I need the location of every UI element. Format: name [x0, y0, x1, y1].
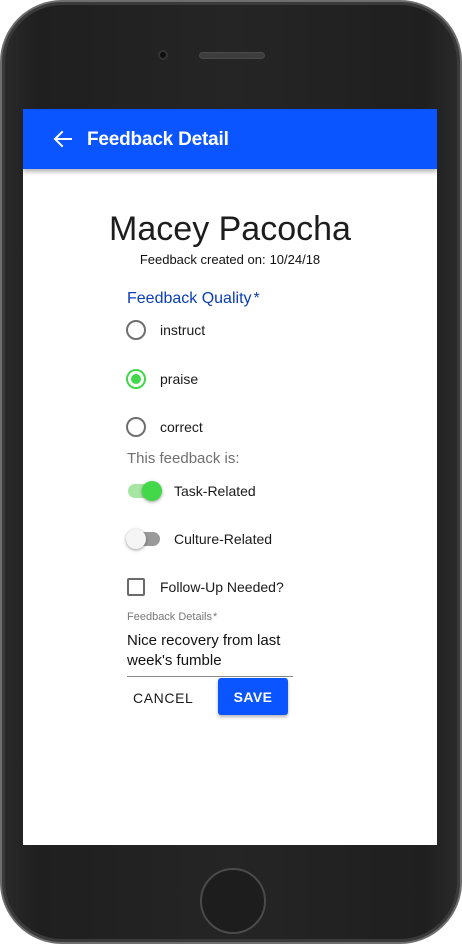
required-mark: * [253, 290, 260, 307]
follow-up-label: Follow-Up Needed? [160, 579, 284, 595]
created-date: 10/24/18 [269, 252, 321, 267]
toggle-switch-on[interactable] [126, 478, 162, 504]
feedback-details-label: Feedback Details* [127, 611, 217, 623]
home-button[interactable] [200, 868, 266, 934]
radio-button[interactable] [126, 320, 146, 340]
radio-label-praise: praise [160, 371, 199, 387]
save-button[interactable]: SAVE [218, 678, 288, 715]
radio-praise[interactable]: praise [126, 367, 198, 391]
radio-button[interactable] [126, 417, 146, 437]
feedback-quality-label: Feedback Quality * [127, 290, 260, 308]
radio-label-instruct: instruct [160, 322, 206, 338]
radio-correct[interactable]: correct [126, 415, 203, 439]
toggle-switch-off[interactable] [126, 526, 162, 552]
toggle-culture-related[interactable]: Culture-Related [126, 526, 272, 552]
feedback-details-field[interactable]: Nice recovery from last week's fumble [127, 631, 293, 671]
required-mark: * [213, 611, 218, 623]
toggle-task-related[interactable]: Task-Related [126, 478, 256, 504]
radio-label-correct: correct [160, 419, 203, 435]
toggle-label-culture-related: Culture-Related [174, 531, 273, 547]
field-underline [127, 676, 293, 677]
created-label: Feedback created on: [139, 252, 266, 267]
camera-icon [158, 50, 168, 60]
created-date-line: Feedback created on: 10/24/18 [23, 252, 437, 267]
follow-up-checkbox-row[interactable]: Follow-Up Needed? [127, 576, 284, 598]
app-bar: Feedback Detail [23, 109, 437, 169]
employee-name: Macey Pacocha [109, 210, 351, 248]
feedback-type-label: This feedback is: [127, 450, 240, 467]
phone-frame: Feedback Detail Macey Pacocha Feedback c… [0, 0, 462, 944]
feedback-quality-label-text: Feedback Quality [127, 290, 252, 307]
follow-up-checkbox[interactable] [127, 578, 145, 596]
radio-instruct[interactable]: instruct [126, 318, 205, 342]
radio-button-checked[interactable] [126, 369, 146, 389]
speaker-grille [199, 52, 265, 59]
app-screen: Feedback Detail Macey Pacocha Feedback c… [23, 109, 437, 845]
switch-thumb[interactable] [126, 529, 146, 549]
page-title: Feedback Detail [87, 129, 229, 150]
toggle-label-task-related: Task-Related [174, 483, 256, 499]
arrow-left-icon[interactable] [53, 129, 73, 149]
feedback-details-label-text: Feedback Details [127, 611, 212, 623]
cancel-button[interactable]: CANCEL [133, 681, 193, 715]
switch-thumb[interactable] [142, 481, 162, 501]
